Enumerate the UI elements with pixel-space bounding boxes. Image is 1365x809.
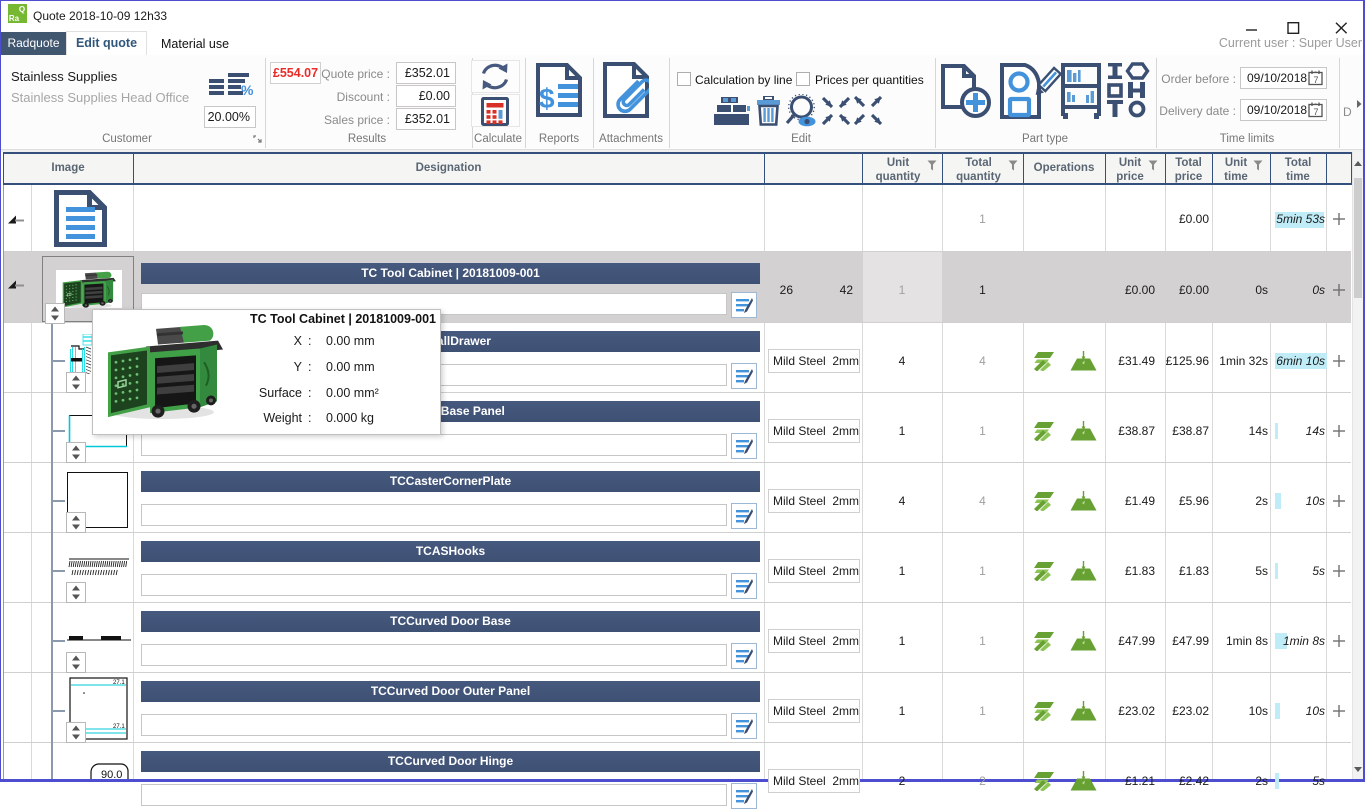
svg-text:Ra: Ra (9, 14, 20, 23)
svg-text:27.1: 27.1 (113, 680, 125, 686)
svg-text:%: % (241, 82, 254, 96)
svg-text:27.1: 27.1 (113, 724, 125, 730)
svg-text:90.0: 90.0 (101, 769, 122, 780)
svg-text:7: 7 (1313, 107, 1318, 117)
svg-text:7: 7 (1313, 75, 1318, 85)
svg-text:Q: Q (19, 5, 25, 14)
svg-text:$: $ (539, 83, 555, 114)
